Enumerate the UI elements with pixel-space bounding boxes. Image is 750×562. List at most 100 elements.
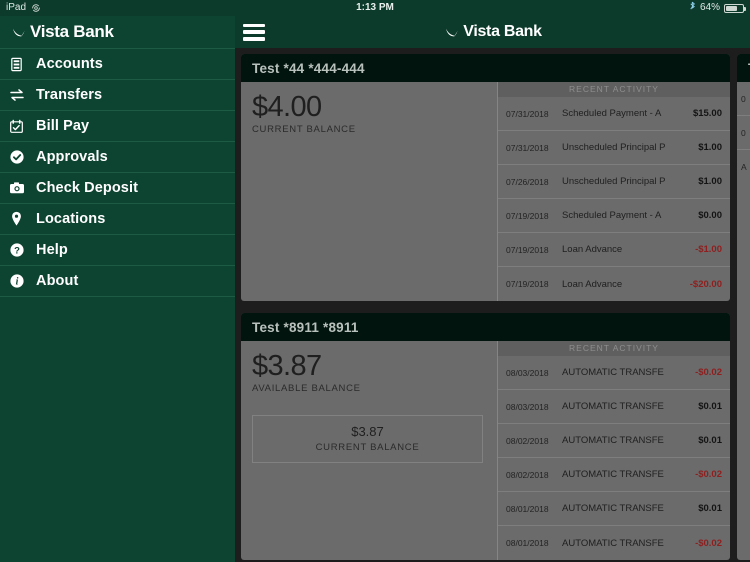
ios-status-bar: iPad 1:13 PM 64% — [0, 0, 750, 16]
transaction-amount: $0.01 — [698, 401, 722, 412]
transaction-date: 08/01/2018 — [506, 503, 549, 514]
accounts-scroll-area[interactable]: Test *44 *444-444 $4.00 CURRENT BALANCE … — [235, 48, 750, 562]
account-card-body: $3.87 AVAILABLE BALANCE $3.87 CURRENT BA… — [241, 341, 730, 560]
transaction-date: 08/02/2018 — [506, 435, 549, 446]
account-balance-panel: $3.87 AVAILABLE BALANCE $3.87 CURRENT BA… — [241, 341, 497, 560]
transfers-icon — [8, 87, 25, 104]
sidebar-brand-header: Vista Bank — [0, 16, 235, 48]
sidebar-brand-label: Vista Bank — [30, 22, 114, 41]
sidebar-menu-list: Accounts Transfers Bill Pay Approvals Ch… — [0, 48, 235, 297]
sidebar-item-label: About — [36, 273, 79, 289]
app-root: iPad 1:13 PM 64% Vista Bank Test *44 *44… — [0, 0, 750, 562]
transaction-amount: -$20.00 — [689, 278, 722, 290]
table-row[interactable]: 07/31/2018 Unscheduled Principal P $1.00 — [498, 131, 730, 165]
sidebar-item-approvals[interactable]: Approvals — [0, 142, 235, 173]
accounts-row: Test *44 *444-444 $4.00 CURRENT BALANCE … — [241, 54, 750, 560]
transaction-amount: $0.01 — [698, 503, 722, 514]
transaction-amount: $1.00 — [698, 176, 722, 187]
account-card-header: Test *44 *444-444 — [241, 54, 730, 82]
transaction-amount: -$0.02 — [695, 469, 722, 480]
transaction-date: 07/31/2018 — [506, 142, 549, 153]
table-row[interactable]: 07/31/2018 Scheduled Payment - A $15.00 — [498, 97, 730, 131]
bluetooth-icon — [689, 1, 696, 15]
account-title: Test *44 *444-444 — [252, 60, 365, 76]
table-row[interactable]: 07/19/2018 Scheduled Payment - A $0.00 — [498, 199, 730, 233]
sidebar-item-bill-pay[interactable]: Bill Pay — [0, 111, 235, 142]
transaction-description: AUTOMATIC TRANSFE — [562, 503, 664, 514]
main-content-dimmed: Vista Bank Test *44 *444-444 $4.00 CURRE… — [235, 16, 750, 562]
balance-label: AVAILABLE BALANCE — [252, 383, 361, 394]
recent-activity-header: RECENT ACTIVITY — [498, 341, 730, 356]
table-row[interactable]: 08/01/2018 AUTOMATIC TRANSFE -$0.02 — [498, 526, 730, 560]
account-title: Test *8911 *8911 — [252, 319, 359, 335]
table-row[interactable]: 07/19/2018 Loan Advance -$20.00 — [498, 267, 730, 301]
transaction-description: Scheduled Payment - A — [562, 210, 662, 221]
transaction-amount: $0.00 — [698, 210, 722, 221]
transaction-description: AUTOMATIC TRANSFE — [562, 537, 664, 549]
transaction-date: 07/31/2018 — [506, 108, 549, 119]
transaction-amount: -$1.00 — [695, 244, 722, 255]
camera-icon — [8, 180, 25, 197]
sidebar-item-label: Help — [36, 242, 68, 258]
sidebar-item-help[interactable]: ? Help — [0, 235, 235, 266]
transaction-description: Unscheduled Principal P — [562, 176, 666, 187]
transaction-date: A — [741, 162, 747, 172]
transaction-description: Loan Advance — [562, 244, 623, 255]
recent-activity-panel: RECENT ACTIVITY 07/31/2018 Scheduled Pay… — [497, 82, 730, 301]
transaction-description: Scheduled Payment - A — [562, 108, 662, 119]
account-card[interactable]: Test *8911 *8911 $3.87 AVAILABLE BALANCE… — [241, 313, 730, 560]
transaction-date: 0 — [741, 93, 746, 104]
transaction-description: AUTOMATIC TRANSFE — [562, 435, 664, 446]
table-row[interactable]: 08/02/2018 AUTOMATIC TRANSFE $0.01 — [498, 424, 730, 458]
transaction-amount: -$0.02 — [695, 367, 722, 378]
transaction-description: AUTOMATIC TRANSFE — [562, 401, 664, 412]
table-row[interactable]: 08/01/2018 AUTOMATIC TRANSFE $0.01 — [498, 492, 730, 526]
sidebar-item-label: Accounts — [36, 56, 103, 72]
table-row[interactable]: 07/19/2018 Loan Advance -$1.00 — [498, 233, 730, 267]
current-balance-box: $3.87 CURRENT BALANCE — [252, 415, 483, 463]
sidebar-item-locations[interactable]: Locations — [0, 204, 235, 235]
transaction-date: 0 — [741, 127, 746, 138]
battery-icon — [724, 3, 746, 13]
transaction-amount: -$0.02 — [695, 537, 722, 549]
current-balance-amount: $3.87 — [351, 424, 384, 439]
transaction-date: 07/26/2018 — [506, 176, 549, 187]
account-balance-panel: $4.00 CURRENT BALANCE — [241, 82, 497, 301]
account-card-partial[interactable]: T 0 0 A — [737, 54, 750, 560]
bill-pay-calendar-icon — [8, 118, 25, 135]
transaction-date: 08/03/2018 — [506, 401, 549, 412]
account-card[interactable]: Test *44 *444-444 $4.00 CURRENT BALANCE … — [241, 54, 730, 301]
sidebar-item-label: Bill Pay — [36, 118, 90, 134]
sidebar-item-transfers[interactable]: Transfers — [0, 80, 235, 111]
transaction-amount: $15.00 — [692, 108, 722, 119]
sidebar-item-check-deposit[interactable]: Check Deposit — [0, 173, 235, 204]
sidebar-item-label: Locations — [36, 211, 106, 227]
status-bar-right: 64% — [689, 0, 746, 16]
table-row[interactable]: 0 — [737, 82, 750, 116]
svg-text:?: ? — [14, 246, 20, 257]
table-row[interactable]: A — [737, 150, 750, 184]
approvals-check-icon — [8, 149, 25, 166]
recent-activity-panel: 0 0 A — [737, 82, 750, 184]
accounts-icon — [8, 56, 25, 73]
table-row[interactable]: 08/03/2018 AUTOMATIC TRANSFE -$0.02 — [498, 356, 730, 390]
map-pin-icon — [8, 211, 25, 228]
sidebar-item-about[interactable]: i About — [0, 266, 235, 297]
navigation-drawer: Vista Bank Accounts Transfers Bill Pay A… — [0, 16, 235, 562]
sidebar-item-label: Approvals — [36, 149, 108, 165]
table-row[interactable]: 0 — [737, 116, 750, 150]
table-row[interactable]: 08/03/2018 AUTOMATIC TRANSFE $0.01 — [498, 390, 730, 424]
topbar-brand-label: Vista Bank — [463, 23, 542, 40]
sidebar-item-accounts[interactable]: Accounts — [0, 49, 235, 80]
table-row[interactable]: 07/26/2018 Unscheduled Principal P $1.00 — [498, 165, 730, 199]
account-card-body: $4.00 CURRENT BALANCE RECENT ACTIVITY 07… — [241, 82, 730, 301]
table-row[interactable]: 08/02/2018 AUTOMATIC TRANSFE -$0.02 — [498, 458, 730, 492]
topbar-brand-logo: Vista Bank — [235, 23, 750, 41]
info-icon: i — [8, 273, 25, 290]
sidebar-item-label: Transfers — [36, 87, 103, 103]
transaction-date: 07/19/2018 — [506, 279, 549, 289]
transaction-date: 07/19/2018 — [506, 210, 549, 221]
balance-label: CURRENT BALANCE — [252, 124, 356, 135]
vista-bank-logo-icon — [443, 24, 460, 41]
recent-activity-panel: RECENT ACTIVITY 08/03/2018 AUTOMATIC TRA… — [497, 341, 730, 560]
